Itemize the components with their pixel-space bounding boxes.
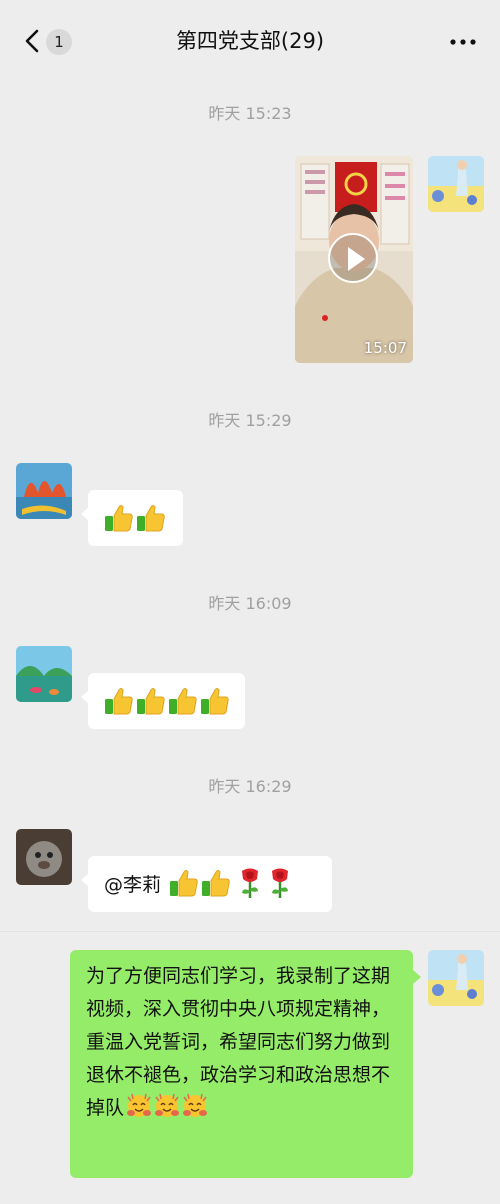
video-duration: 15:07 (363, 339, 407, 357)
thumbs-up-icon (136, 686, 166, 716)
rose-icon (267, 867, 293, 899)
avatar[interactable] (16, 646, 72, 702)
thumbs-up-icon (169, 868, 199, 898)
thumbs-up-icon (136, 503, 166, 533)
timestamp: 昨天 16:09 (208, 594, 292, 613)
chat-title: 第四党支部(29) (175, 29, 325, 53)
my-message-bubble[interactable]: 为了方便同志们学习，我录制了这期视频，深入贯彻中央八项规定精神，重温入党誓词，希… (70, 950, 421, 1178)
video-message[interactable]: 15:07 (295, 156, 413, 363)
avatar[interactable] (16, 829, 72, 885)
timestamp: 昨天 15:29 (208, 411, 292, 430)
avatar[interactable] (16, 463, 72, 519)
divider (0, 931, 500, 932)
avatar[interactable] (428, 950, 484, 1006)
timestamp: 昨天 16:29 (208, 777, 292, 796)
avatar[interactable] (428, 156, 484, 212)
message-bubble[interactable] (81, 673, 245, 729)
message-bubble[interactable]: @李莉 (81, 856, 332, 912)
thumbs-up-icon (201, 868, 231, 898)
timestamp: 昨天 15:23 (208, 104, 292, 123)
smiley-icon (182, 1093, 208, 1119)
chat-header: 1 第四党支部(29) (0, 0, 500, 80)
rose-icon (237, 867, 263, 899)
message-bubble[interactable] (81, 490, 183, 546)
smiley-icon (126, 1093, 152, 1119)
mention-text[interactable]: @李莉 (104, 874, 161, 896)
thumbs-up-icon (104, 686, 134, 716)
thumbs-up-icon (200, 686, 230, 716)
thumbs-up-icon (168, 686, 198, 716)
play-icon[interactable] (328, 233, 378, 283)
smiley-icon (154, 1093, 180, 1119)
thumbs-up-icon (104, 503, 134, 533)
more-icon[interactable] (448, 28, 478, 54)
